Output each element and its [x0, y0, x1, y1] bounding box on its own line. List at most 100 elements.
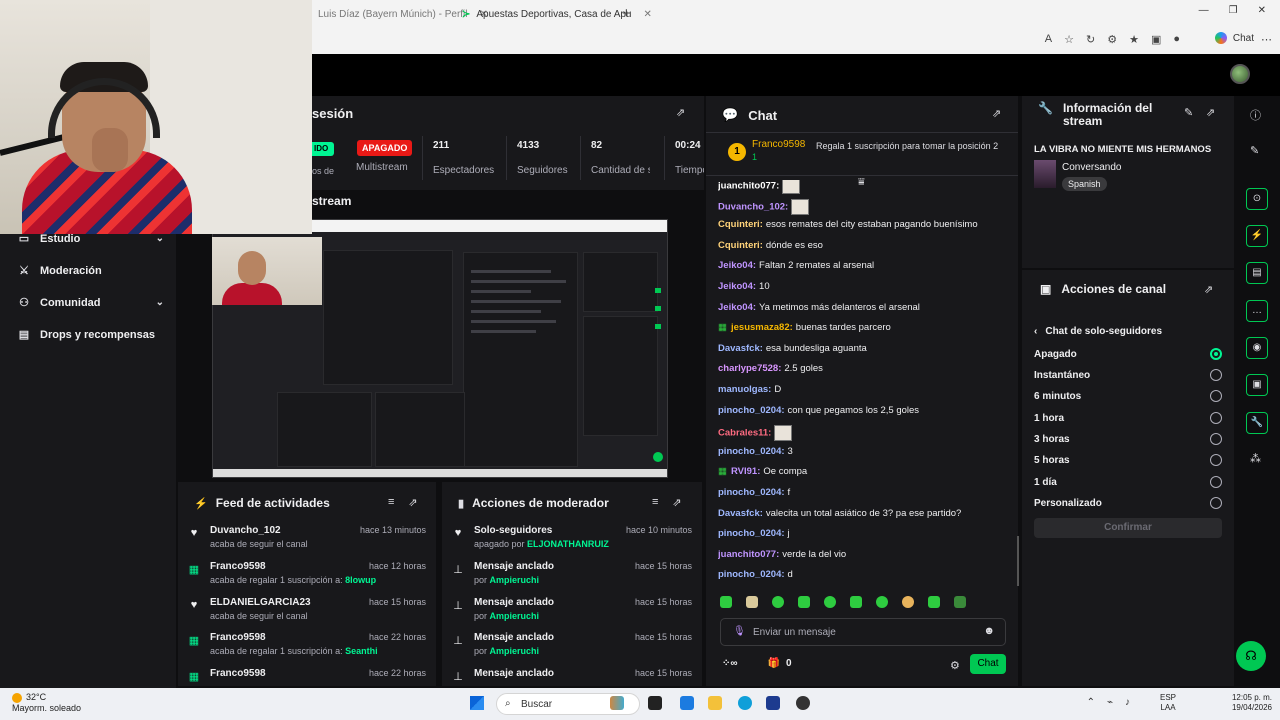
- document-icon[interactable]: ▤: [1246, 262, 1268, 284]
- status-badge[interactable]: APAGADO: [357, 140, 413, 156]
- more-menu-icon[interactable]: ⋯: [1261, 33, 1272, 46]
- back-button[interactable]: ‹ Chat de solo-seguidores: [1034, 326, 1162, 337]
- chat-username[interactable]: pinocho_0204:: [718, 405, 785, 416]
- sidebar-item-drops[interactable]: ▤ Drops y recompensas: [18, 328, 164, 342]
- chat-message[interactable]: juanchito077:: [718, 180, 801, 194]
- chat-username[interactable]: Duvancho_102:: [718, 201, 788, 212]
- favorite-star-icon[interactable]: ☆: [1064, 33, 1074, 46]
- chevron-up-icon[interactable]: ⌃: [1087, 697, 1095, 708]
- emoji-picker-icon[interactable]: ☻: [983, 625, 995, 637]
- chat-message[interactable]: pinocho_0204: j: [718, 528, 790, 539]
- weather-widget[interactable]: 32°C Mayorm. soleado: [12, 692, 81, 714]
- clip-icon[interactable]: ⊙: [1246, 188, 1268, 210]
- chat-message[interactable]: Jeiko04: Ya metimos más delanteros el ars…: [718, 302, 920, 313]
- chat-username[interactable]: manuolgas:: [718, 384, 771, 395]
- list-item[interactable]: ⊥ Mensaje anclado por Ampieruchi hace 15…: [442, 597, 702, 631]
- emote-icon[interactable]: [928, 596, 940, 608]
- chat-message[interactable]: Cquinteri: esos remates del city estaban …: [718, 219, 978, 230]
- extensions-icon[interactable]: ⚙: [1107, 33, 1117, 46]
- emote-icon[interactable]: [954, 596, 966, 608]
- gift-box-icon[interactable]: 🎁: [768, 658, 780, 669]
- chat-username[interactable]: jesusmaza82:: [731, 322, 793, 333]
- radio-icon[interactable]: [1210, 476, 1222, 488]
- radio-icon[interactable]: [1210, 454, 1222, 466]
- chat-username[interactable]: Jeiko04:: [718, 260, 756, 271]
- chat-message[interactable]: Davasfck: valecita un total asiático de 3…: [718, 508, 961, 519]
- popout-icon[interactable]: ⇗: [992, 107, 1001, 120]
- list-item[interactable]: ▦ Franco9598 acaba de regalar 1 suscripc…: [178, 561, 436, 595]
- chat-username[interactable]: Jeiko04:: [718, 281, 756, 292]
- copilot-button[interactable]: Chat: [1214, 32, 1254, 44]
- category-name[interactable]: Conversando: [1062, 162, 1121, 173]
- item-sub-highlight[interactable]: ELJONATHANRUIZ: [527, 539, 609, 549]
- windows-start-icon[interactable]: [470, 696, 484, 710]
- radio-selected-icon[interactable]: [1210, 348, 1222, 360]
- radio-option[interactable]: Apagado: [1034, 348, 1222, 360]
- chat-username[interactable]: Jeiko04:: [718, 302, 756, 313]
- chat-username[interactable]: juanchito077:: [718, 181, 779, 192]
- obs-app-icon[interactable]: [796, 696, 810, 710]
- chat-username[interactable]: pinocho_0204:: [718, 487, 785, 498]
- popout-icon[interactable]: ⇗: [672, 496, 681, 509]
- list-item[interactable]: ⊥ Mensaje anclado por Ampieruchi hace 15…: [442, 561, 702, 595]
- emote-icon[interactable]: [772, 596, 784, 608]
- list-item[interactable]: ♥ ELDANIELGARCIA23 acaba de seguir el ca…: [178, 597, 436, 631]
- emote-icon[interactable]: [876, 596, 888, 608]
- popout-icon[interactable]: ⇗: [408, 496, 417, 509]
- emote-icon[interactable]: [798, 596, 810, 608]
- support-fab-icon[interactable]: ☊: [1236, 641, 1266, 671]
- profile-icon[interactable]: ●: [1173, 33, 1180, 46]
- chat-send-button[interactable]: Chat: [970, 654, 1006, 674]
- close-tab-icon[interactable]: ✕: [643, 9, 651, 20]
- chat-message[interactable]: manuolgas: D: [718, 384, 781, 395]
- list-item[interactable]: ⊥ Mensaje anclado por Ampieruchi hace 15…: [442, 632, 702, 666]
- minimize-icon[interactable]: —: [1199, 5, 1209, 16]
- widget-app-icon[interactable]: [610, 696, 624, 710]
- radio-option[interactable]: Personalizado: [1034, 497, 1222, 509]
- read-aloud-icon[interactable]: A: [1045, 33, 1052, 46]
- list-item[interactable]: ⊥ Mensaje anclado hace 15 horas: [442, 668, 702, 686]
- chat-message[interactable]: pinocho_0204: 3: [718, 446, 793, 457]
- list-item[interactable]: ♥ Solo-seguidores apagado por ELJONATHAN…: [442, 525, 702, 559]
- volume-icon[interactable]: ♪: [1125, 697, 1130, 708]
- collections-icon[interactable]: ▣: [1151, 33, 1161, 46]
- radio-option[interactable]: Instantáneo: [1034, 369, 1222, 381]
- store-icon[interactable]: [766, 696, 780, 710]
- popout-icon[interactable]: ⇗: [1206, 106, 1215, 119]
- chat-username[interactable]: Cquinteri:: [718, 240, 763, 251]
- chat-bubble-icon[interactable]: …: [1246, 300, 1268, 322]
- popout-icon[interactable]: ⇗: [1204, 283, 1213, 296]
- info-icon[interactable]: ⓘ: [1250, 107, 1261, 123]
- list-item[interactable]: ▦ Franco9598 hace 22 horas: [178, 668, 436, 686]
- network-icon[interactable]: ⌁: [1107, 697, 1113, 708]
- chat-message[interactable]: pinocho_0204: f: [718, 487, 790, 498]
- new-tab-icon[interactable]: +: [622, 5, 631, 22]
- item-sub-highlight[interactable]: Ampieruchi: [490, 575, 540, 585]
- chat-username[interactable]: pinocho_0204:: [718, 528, 785, 539]
- chat-username[interactable]: Cabrales11:: [718, 428, 771, 439]
- chat-message[interactable]: Duvancho_102:: [718, 198, 810, 215]
- avatar[interactable]: [1230, 64, 1250, 84]
- radio-option[interactable]: 3 horas: [1034, 433, 1222, 445]
- broadcast-icon[interactable]: ◉: [1246, 337, 1268, 359]
- radio-option[interactable]: 1 hora: [1034, 412, 1222, 424]
- task-view-icon[interactable]: [648, 696, 662, 710]
- chat-username[interactable]: Davasfck:: [718, 508, 763, 519]
- gear-icon[interactable]: ⚙: [950, 659, 960, 672]
- radio-icon[interactable]: [1210, 390, 1222, 402]
- edge-browser-icon[interactable]: [738, 696, 752, 710]
- popout-icon[interactable]: ⇗: [676, 106, 685, 119]
- emote-icon[interactable]: [720, 596, 732, 608]
- sidebar-item-moderation[interactable]: ⚔ Moderación: [18, 264, 164, 278]
- emote-icon[interactable]: [746, 596, 758, 608]
- chat-username[interactable]: pinocho_0204:: [718, 569, 785, 580]
- close-window-icon[interactable]: ✕: [1258, 5, 1266, 16]
- radio-icon[interactable]: [1210, 433, 1222, 445]
- chat-message[interactable]: ▦ jesusmaza82: buenas tardes parcero: [718, 322, 891, 333]
- radio-option[interactable]: 5 horas: [1034, 454, 1222, 466]
- refresh-icon[interactable]: ↻: [1086, 33, 1095, 46]
- confirm-button[interactable]: Confirmar: [1034, 518, 1222, 538]
- language-indicator[interactable]: ESP LAA: [1160, 693, 1176, 713]
- filter-icon[interactable]: ≡: [388, 496, 394, 509]
- radio-option[interactable]: 1 día: [1034, 476, 1222, 488]
